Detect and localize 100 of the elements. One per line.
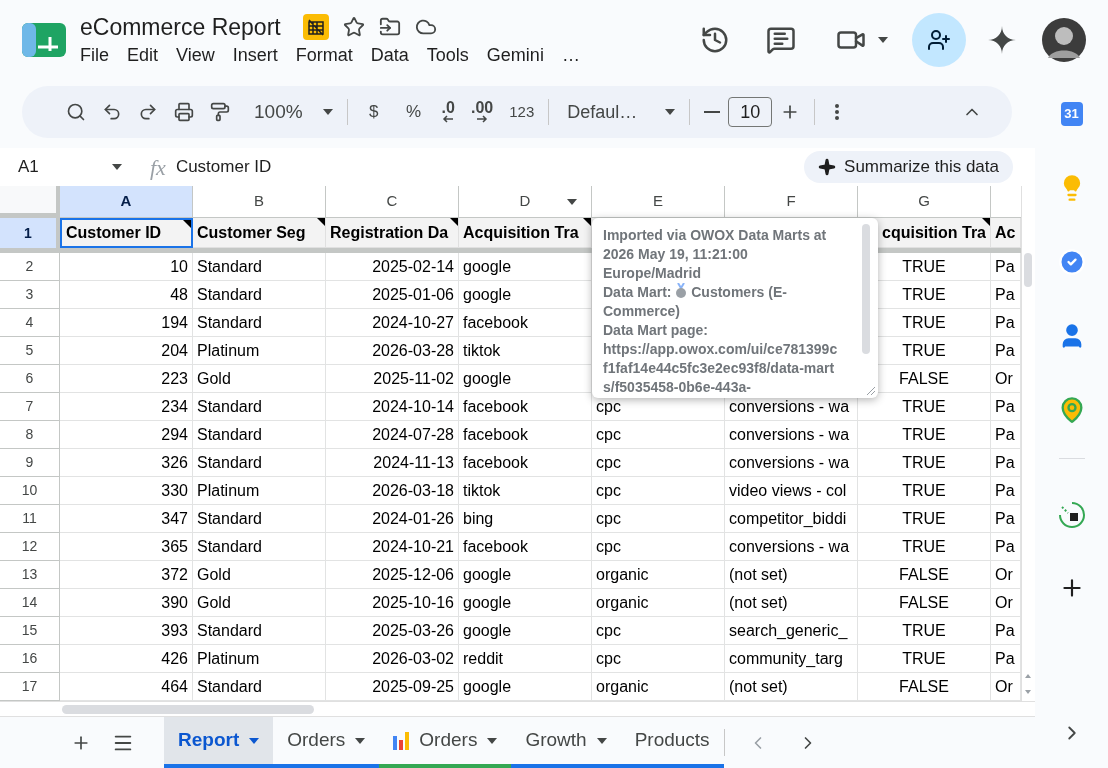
caret-icon — [322, 109, 333, 115]
row-header[interactable]: 4 — [0, 309, 60, 337]
row-header[interactable]: 14 — [0, 589, 60, 617]
table-cell-text: Standard — [196, 536, 263, 557]
table-cell-text: Standard — [196, 676, 263, 697]
table-cell-text: conversions - wa — [728, 424, 851, 445]
header-cell[interactable]: Customer Seg — [193, 218, 326, 248]
row-header[interactable]: 7 — [0, 393, 60, 421]
vertical-scrollbar[interactable] — [1024, 253, 1032, 287]
table-cell-text: 326 — [160, 452, 189, 473]
zoom-select[interactable]: 100% — [246, 94, 341, 130]
document-title[interactable]: eCommerce Report — [80, 12, 281, 42]
font-size-field[interactable]: 10 — [728, 97, 773, 127]
table-cell-text: Or — [994, 676, 1014, 697]
chart-icon — [393, 731, 410, 750]
sheet-tab[interactable]: Report — [164, 717, 274, 768]
table-cell-text: google — [462, 592, 513, 613]
sparkle-icon[interactable] — [988, 26, 1016, 54]
calendar-icon[interactable]: 31 — [1060, 102, 1083, 126]
row-header[interactable]: 8 — [0, 421, 60, 449]
caret-icon — [665, 109, 676, 115]
row-header[interactable]: 3 — [0, 281, 60, 309]
row-header[interactable]: 5 — [0, 337, 60, 365]
avatar[interactable] — [1042, 18, 1086, 62]
table-cell-text: 234 — [160, 396, 189, 417]
currency-button[interactable]: $ — [353, 94, 394, 130]
header-cell[interactable]: Customer ID — [60, 218, 193, 248]
spreadsheet-logo-icon[interactable] — [22, 23, 66, 57]
share-button[interactable] — [912, 13, 966, 67]
menu-item[interactable]: View — [168, 42, 223, 68]
header-cell[interactable]: Registration Da — [326, 218, 459, 248]
menu-item[interactable]: Tools — [418, 42, 477, 68]
add-on-icon[interactable] — [1057, 501, 1086, 529]
sheet-tab[interactable]: Orders — [273, 717, 380, 768]
row-header[interactable]: 11 — [0, 505, 60, 533]
percent-button[interactable]: % — [393, 94, 434, 130]
number-format-button[interactable]: 123 — [501, 94, 543, 130]
summarize-button[interactable]: Summarize this data — [804, 151, 1013, 183]
menu-item[interactable]: … — [553, 42, 588, 68]
table-cell-text: 10 — [169, 256, 189, 277]
row-header[interactable]: 12 — [0, 533, 60, 561]
resize-handle-icon[interactable] — [864, 384, 876, 396]
table-cell-text: 2025-02-14 — [371, 256, 455, 277]
header-cell[interactable]: Ac — [991, 218, 1021, 248]
menu-item[interactable]: Format — [287, 42, 361, 68]
column-header[interactable]: A — [60, 186, 193, 217]
table-cell-text: 2025-03-26 — [371, 620, 455, 641]
table-cell-text: Standard — [196, 452, 263, 473]
menu-item[interactable]: Insert — [224, 42, 286, 68]
history-icon[interactable] — [700, 25, 730, 55]
comments-icon[interactable] — [766, 25, 796, 55]
table-cell-text: FALSE — [898, 592, 950, 613]
table-cell-text: cpc — [595, 424, 622, 445]
row-header[interactable]: 16 — [0, 645, 60, 673]
minus-icon — [704, 111, 721, 113]
row-header[interactable]: 15 — [0, 617, 60, 645]
table-cell-text: cpc — [595, 452, 622, 473]
increase-decimal-button[interactable]: .00 — [462, 94, 502, 130]
row-header[interactable]: 6 — [0, 365, 60, 393]
menu-item[interactable]: File — [72, 42, 117, 68]
menu-item[interactable]: Data — [362, 42, 417, 68]
table-cell-text: 2024-07-28 — [371, 424, 455, 445]
font-select[interactable]: Defaul… — [559, 94, 684, 130]
horizontal-scrollbar[interactable] — [62, 704, 314, 714]
table-cell-text: community_targ — [728, 648, 844, 669]
sheet-tab[interactable]: Growth — [511, 717, 621, 768]
table-cell-text: google — [462, 368, 513, 389]
row-header[interactable]: 10 — [0, 477, 60, 505]
table-cell-text: TRUE — [901, 312, 947, 333]
formula-input[interactable]: Customer ID — [175, 154, 805, 180]
redo-icon — [138, 102, 158, 122]
header-cell[interactable]: Acquisition Tra — [459, 218, 592, 248]
tasks-icon[interactable] — [1057, 248, 1086, 276]
menu-item[interactable]: Edit — [119, 42, 167, 68]
decrease-decimal-button[interactable]: .0 — [433, 94, 463, 130]
table-cell-text: 2025-12-06 — [371, 564, 455, 585]
table-cell-text: TRUE — [901, 396, 947, 417]
name-box[interactable]: A1 — [0, 152, 130, 182]
table-cell-text: Gold — [196, 368, 232, 389]
row-header[interactable]: 1 — [0, 218, 60, 248]
data-mart-link[interactable]: https://app.owox.com/ui/ce781399cf1faf14e44c5fc3e2ec93f8/data-marts/f5035458-0b6e-443a- — [603, 340, 840, 397]
table-cell-text: facebook — [462, 452, 529, 473]
row-header[interactable]: 13 — [0, 561, 60, 589]
table-cell-text: cpc — [595, 648, 622, 669]
row-header[interactable]: 17 — [0, 673, 60, 701]
scrollbar[interactable] — [862, 224, 870, 354]
table-cell-text: TRUE — [901, 508, 947, 529]
menu-item[interactable]: Gemini — [478, 42, 552, 68]
table-cell-text: 330 — [160, 480, 189, 501]
table-cell-text: 2025-11-02 — [372, 368, 455, 389]
star-icon[interactable] — [342, 16, 365, 38]
sheet-tab[interactable]: Orders — [379, 717, 512, 768]
row-header[interactable]: 9 — [0, 449, 60, 477]
table-cell-text: (not set) — [728, 592, 789, 613]
table-cell-text: organic — [595, 564, 650, 585]
sheet-tab[interactable]: Products — [620, 717, 724, 768]
move-folder-icon[interactable] — [378, 16, 401, 38]
no-grid-icon[interactable] — [302, 14, 329, 40]
row-header[interactable]: 2 — [0, 253, 60, 281]
table-cell-text: 223 — [160, 368, 189, 389]
